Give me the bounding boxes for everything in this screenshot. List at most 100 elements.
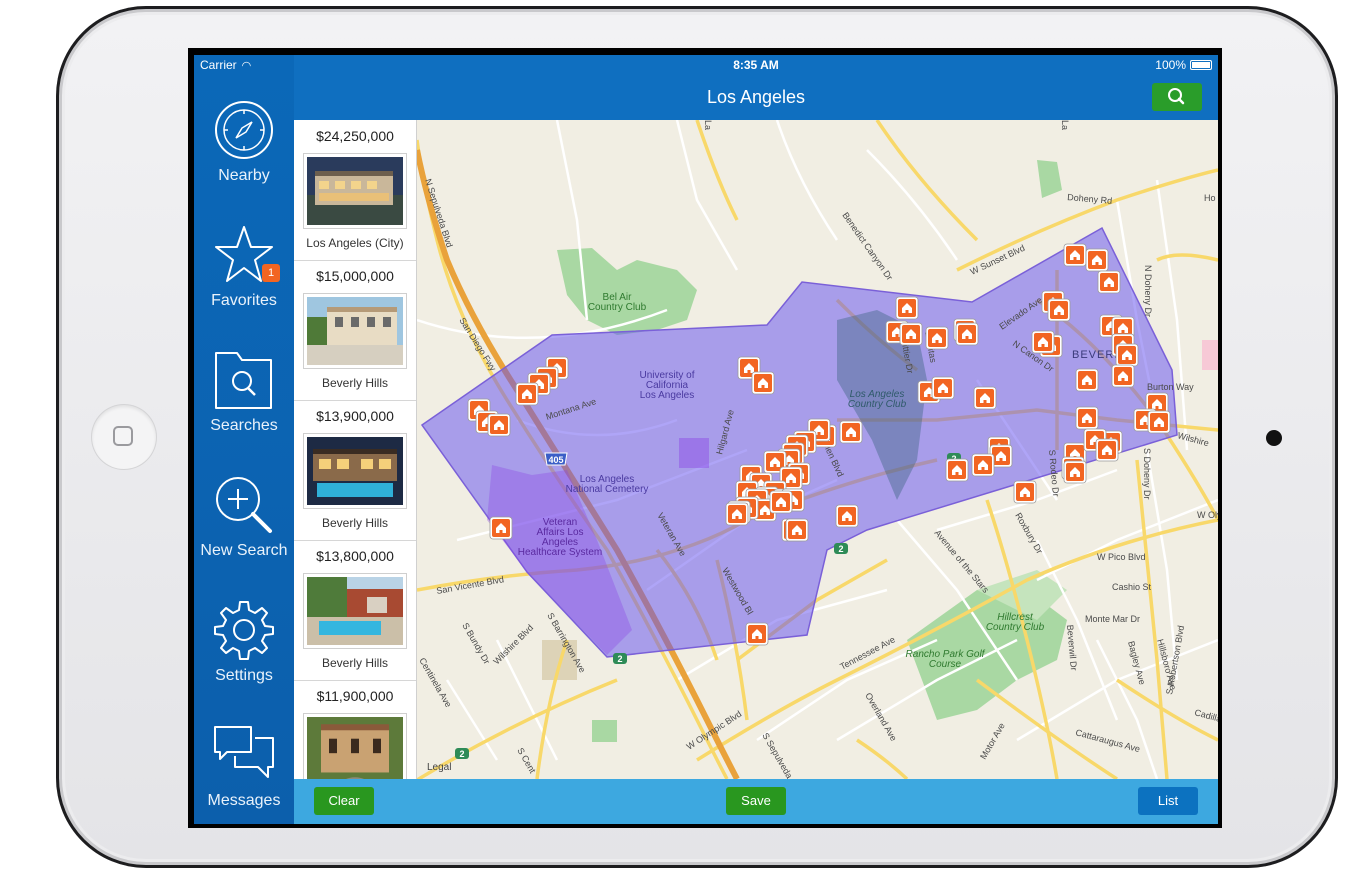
listing-card[interactable]: $15,000,000 Beverly Hills — [294, 260, 416, 401]
street-label: Cattaraugus Ave — [1074, 727, 1141, 754]
highway-shield-2: 2 — [613, 653, 627, 664]
list-button[interactable]: List — [1138, 787, 1198, 815]
property-marker[interactable] — [785, 518, 809, 542]
property-marker[interactable] — [925, 326, 949, 350]
page-title: Los Angeles — [706, 87, 806, 107]
property-marker[interactable] — [769, 490, 793, 514]
street-label: Wilshire — [1176, 430, 1210, 448]
property-marker[interactable] — [1063, 243, 1087, 267]
street-label: La — [1060, 120, 1070, 130]
battery-icon — [1190, 60, 1212, 70]
sidebar-item-searches[interactable]: Searches — [194, 349, 294, 467]
property-marker[interactable] — [751, 371, 775, 395]
property-marker[interactable] — [1075, 368, 1099, 392]
highway-shield-2: 2 — [455, 748, 469, 759]
sidebar-item-label: Messages — [207, 792, 281, 809]
property-marker[interactable] — [725, 502, 749, 526]
street-label: Doheny Rd — [1067, 192, 1113, 206]
street-label: Motor Ave — [978, 721, 1007, 761]
svg-text:2: 2 — [617, 654, 622, 664]
street-label: Avenue of the Stars — [932, 528, 991, 595]
sidebar-item-label: Searches — [210, 417, 278, 434]
sidebar-item-label: Nearby — [218, 167, 270, 184]
save-button[interactable]: Save — [726, 787, 786, 815]
street-label: Ho — [1204, 193, 1216, 203]
property-marker[interactable] — [1075, 406, 1099, 430]
gear-icon — [214, 601, 274, 660]
sidebar-item-new-search[interactable]: New Search — [194, 474, 294, 592]
battery-percent: 100% — [1155, 58, 1186, 72]
property-marker[interactable] — [895, 296, 919, 320]
property-marker[interactable] — [973, 386, 997, 410]
home-button[interactable] — [92, 405, 156, 469]
map-park — [1037, 160, 1062, 198]
chat-bubbles-icon — [214, 726, 274, 778]
compass-icon — [215, 101, 273, 159]
clear-button[interactable]: Clear — [314, 787, 374, 815]
property-marker[interactable] — [955, 322, 979, 346]
listing-card[interactable]: $11,900,000 — [294, 680, 416, 779]
street-label: La — [703, 120, 713, 130]
listing-card[interactable]: $13,900,000 Beverly Hills — [294, 400, 416, 541]
property-marker[interactable] — [515, 382, 539, 406]
street-label: Benedict Canyon Dr — [840, 210, 894, 282]
map-block — [1202, 340, 1218, 370]
listing-price: $11,900,000 — [316, 688, 394, 704]
property-marker[interactable] — [1097, 270, 1121, 294]
street-label: W Pico Blvd — [1097, 552, 1146, 562]
listing-photo — [303, 573, 407, 649]
street-label: Beverwil Dr — [1065, 624, 1079, 671]
property-marker[interactable] — [971, 453, 995, 477]
property-marker[interactable] — [839, 420, 863, 444]
property-marker[interactable] — [1111, 364, 1135, 388]
property-marker[interactable] — [1115, 343, 1139, 367]
wifi-icon: ◠ — [241, 60, 252, 72]
property-marker[interactable] — [1031, 330, 1055, 354]
sidebar-item-messages[interactable]: Messages — [194, 724, 294, 842]
search-button[interactable] — [1152, 83, 1202, 111]
property-marker[interactable] — [487, 413, 511, 437]
status-time: 8:35 AM — [733, 58, 779, 72]
sidebar: Carrier ◠ Nearby 1 Favorites Searches New… — [194, 55, 294, 824]
street-label: Cashio St — [1112, 582, 1152, 592]
property-marker[interactable] — [1063, 460, 1087, 484]
map-legal-link[interactable]: Legal — [427, 762, 451, 773]
property-marker[interactable] — [899, 322, 923, 346]
sidebar-item-favorites[interactable]: 1 Favorites — [194, 224, 294, 342]
carrier-status: Carrier ◠ — [200, 58, 251, 72]
sidebar-item-label: New Search — [200, 542, 288, 559]
street-label: N Doheny Dr — [1143, 265, 1153, 317]
street-label: San Vicente Blvd — [436, 574, 505, 596]
map-view[interactable]: Bel Air Country Club University of Califor… — [417, 120, 1218, 779]
listing-location: Los Angeles (City) — [306, 236, 404, 250]
sidebar-item-settings[interactable]: Settings — [194, 599, 294, 717]
street-label: W Oly — [1197, 510, 1218, 520]
svg-text:405: 405 — [548, 455, 563, 465]
property-marker[interactable] — [489, 516, 513, 540]
magnifier-plus-icon — [216, 477, 272, 533]
map-park — [592, 720, 617, 742]
property-marker[interactable] — [835, 504, 859, 528]
listing-location: Beverly Hills — [321, 656, 388, 670]
property-marker[interactable] — [1013, 480, 1037, 504]
property-marker[interactable] — [1095, 438, 1119, 462]
property-marker[interactable] — [945, 458, 969, 482]
property-marker[interactable] — [931, 376, 955, 400]
map-label-ucla: University of California Los Angeles — [639, 370, 694, 401]
street-label: Bagley Ave — [1126, 640, 1147, 686]
listing-card[interactable]: $13,800,000 Beverly Hills — [294, 540, 416, 681]
street-label: Overland Ave — [863, 691, 899, 743]
listing-card[interactable]: $24,250,000 Los Angeles (City) — [294, 120, 416, 261]
street-label: S Sepulveda — [760, 731, 794, 779]
map-canvas[interactable]: Bel Air Country Club University of Califor… — [417, 120, 1218, 779]
property-marker[interactable] — [1147, 410, 1171, 434]
listings-panel[interactable]: $24,250,000 Los Angeles (City) $15,000,0… — [294, 120, 417, 779]
listing-price: $13,800,000 — [316, 548, 394, 564]
status-battery: 100% — [1155, 58, 1212, 72]
search-icon — [1168, 88, 1185, 105]
property-marker[interactable] — [1047, 298, 1071, 322]
street-label: S Bundy Dr — [460, 621, 492, 666]
property-marker[interactable] — [1085, 248, 1109, 272]
property-marker[interactable] — [745, 622, 769, 646]
sidebar-item-nearby[interactable]: Nearby — [194, 99, 294, 217]
